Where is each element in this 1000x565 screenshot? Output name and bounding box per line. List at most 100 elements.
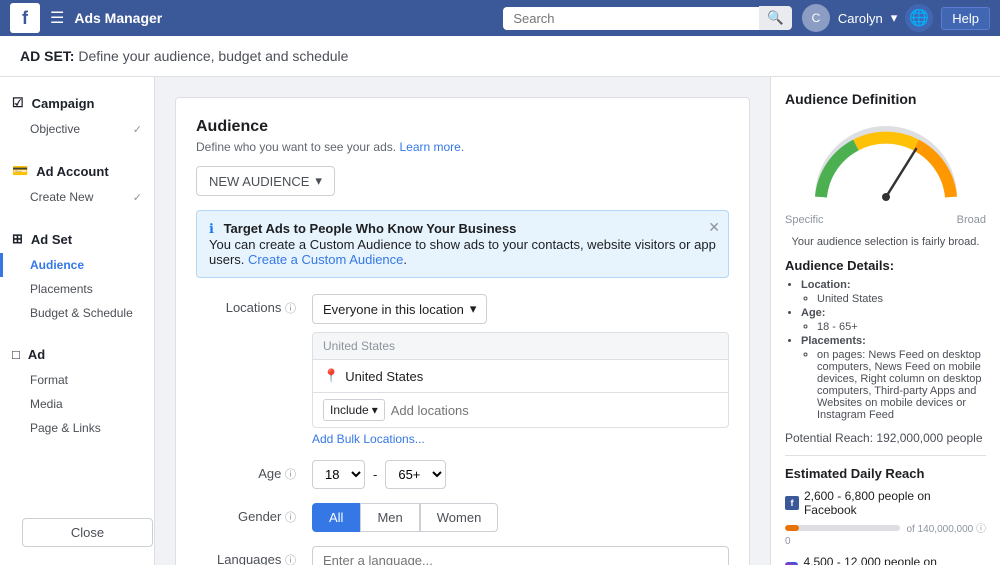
fb-info-icon: ⓘ [976,524,986,535]
hamburger-icon[interactable]: ☰ [50,8,64,28]
sidebar-item-objective[interactable]: Objective ✓ [0,117,154,141]
age-from-select[interactable]: 18 [312,460,365,489]
sidebar-bottom: Close [0,545,154,565]
sidebar-item-budget-schedule[interactable]: Budget & Schedule [0,301,154,325]
app-title: Ads Manager [74,10,493,26]
help-button[interactable]: Help [941,7,990,30]
sidebar-item-placements[interactable]: Placements [0,277,154,301]
new-audience-button[interactable]: NEW AUDIENCE ▾ [196,166,335,196]
detail-age: Age: 18 - 65+ [801,307,986,333]
sidebar-item-audience[interactable]: Audience [0,253,154,277]
search-wrap: 🔍 [503,6,792,30]
gender-men-button[interactable]: Men [360,503,419,532]
sidebar-item-create-new[interactable]: Create New ✓ [0,185,154,209]
languages-label: Languages ⓘ [196,546,296,565]
chevron-down-icon: ▾ [891,10,898,26]
sidebar-section-ad-account-header[interactable]: 💳 Ad Account [0,157,154,185]
sidebar-section-ad-set: ⊞ Ad Set Audience Placements Budget & Sc… [0,225,154,325]
sidebar-item-page-links[interactable]: Page & Links [0,416,154,440]
potential-reach: Potential Reach: 192,000,000 people [785,431,986,445]
top-nav: f ☰ Ads Manager 🔍 C Carolyn ▾ 🌐 Help [0,0,1000,36]
breadcrumb-prefix: AD SET: [20,48,74,64]
main-layout: ☑ Campaign Objective ✓ 💳 Ad Account Crea… [0,77,1000,565]
close-button[interactable]: Close [22,518,153,547]
gender-women-button[interactable]: Women [420,503,499,532]
ig-reach-item: 4,500 - 12,000 people on Instagram of 35… [785,555,986,565]
location-box: United States 📍 United States Include ▾ [312,332,729,428]
search-button[interactable]: 🔍 [759,6,792,30]
custom-audience-link[interactable]: Create a Custom Audience [248,252,403,267]
estimated-title: Estimated Daily Reach [785,466,986,481]
chevron-icon: ▾ [470,301,477,317]
user-name: Carolyn [838,11,883,26]
gender-row: Gender ⓘ All Men Women [196,503,729,532]
pin-icon: 📍 [323,368,339,384]
campaign-icon: ☑ [12,95,24,111]
facebook-icon: f [785,496,799,510]
fb-reach-label: 2,600 - 6,800 people on Facebook [804,489,986,517]
include-row: Include ▾ [313,392,728,427]
fb-reach-header: f 2,600 - 6,800 people on Facebook [785,489,986,517]
gender-control: All Men Women [312,503,729,532]
age-to-select[interactable]: 65+ [385,460,446,489]
location-item: 📍 United States [313,359,728,392]
detail-location: Location: United States [801,279,986,305]
gauge-labels: Specific Broad [785,214,986,226]
new-audience-label: NEW AUDIENCE [209,174,309,189]
breadcrumb: AD SET: Define your audience, budget and… [0,36,1000,77]
section-title: Audience [196,118,729,136]
fb-bar-row: of 140,000,000 ⓘ [785,520,986,535]
ad-set-icon: ⊞ [12,231,23,247]
content-area: Audience Define who you want to see your… [155,77,770,565]
ig-reach-header: 4,500 - 12,000 people on Instagram [785,555,986,565]
check-icon: ✓ [133,123,142,136]
age-dash: - [373,467,377,482]
sidebar-section-ad-account: 💳 Ad Account Create New ✓ [0,157,154,209]
gauge-chart [806,117,966,207]
gender-info-icon: ⓘ [285,512,296,524]
fb-bar-track [785,525,900,531]
bulk-locations-link[interactable]: Add Bulk Locations... [312,432,425,446]
age-row: Age ⓘ 18 - 65+ [196,460,729,489]
breadcrumb-text: Define your audience, budget and schedul… [78,48,348,64]
locations-label: Locations ⓘ [196,294,296,316]
location-type-select[interactable]: Everyone in this location ▾ [312,294,487,324]
sidebar-item-format[interactable]: Format [0,368,154,392]
languages-control [312,546,729,565]
add-locations-input[interactable] [391,403,718,418]
learn-more-link[interactable]: Learn more. [399,140,464,154]
ad-icon: □ [12,347,20,362]
gauge-text: Your audience selection is fairly broad. [785,236,986,248]
audience-details-title: Audience Details: [785,258,986,273]
sidebar-ad-account-label: Ad Account [36,164,108,179]
include-select[interactable]: Include ▾ [323,399,385,421]
languages-input[interactable] [312,546,729,565]
sidebar-item-media[interactable]: Media [0,392,154,416]
gauge-specific: Specific [785,214,824,226]
sidebar-section-campaign: ☑ Campaign Objective ✓ [0,89,154,141]
audience-card: Audience Define who you want to see your… [175,97,750,565]
sidebar-section-ad-set-header[interactable]: ⊞ Ad Set [0,225,154,253]
info-banner-title: Target Ads to People Who Know Your Busin… [224,221,517,236]
include-chevron: ▾ [372,403,378,417]
sidebar-section-ad-header[interactable]: □ Ad [0,341,154,368]
locations-control: Everyone in this location ▾ United State… [312,294,729,446]
gender-label: Gender ⓘ [196,503,296,525]
ad-account-icon: 💳 [12,163,28,179]
sidebar-section-ad: □ Ad Format Media Page & Links [0,341,154,440]
gauge-container: Specific Broad [785,117,986,226]
gender-button-group: All Men Women [312,503,729,532]
fb-bar-labels: 0 [785,536,986,547]
gender-all-button[interactable]: All [312,503,360,532]
location-header: United States [313,333,728,359]
avatar: C [802,4,830,32]
right-panel: Audience Definition Specific Broad Yo [770,77,1000,565]
info-banner: ℹ Target Ads to People Who Know Your Bus… [196,210,729,278]
location-selected: United States [345,369,423,384]
search-input[interactable] [503,7,763,30]
close-x[interactable]: ✕ [708,219,720,236]
info-icon: ℹ [209,221,214,236]
locations-info-icon: ⓘ [285,303,296,315]
age-info-icon: ⓘ [285,469,296,481]
sidebar-section-campaign-header[interactable]: ☑ Campaign [0,89,154,117]
